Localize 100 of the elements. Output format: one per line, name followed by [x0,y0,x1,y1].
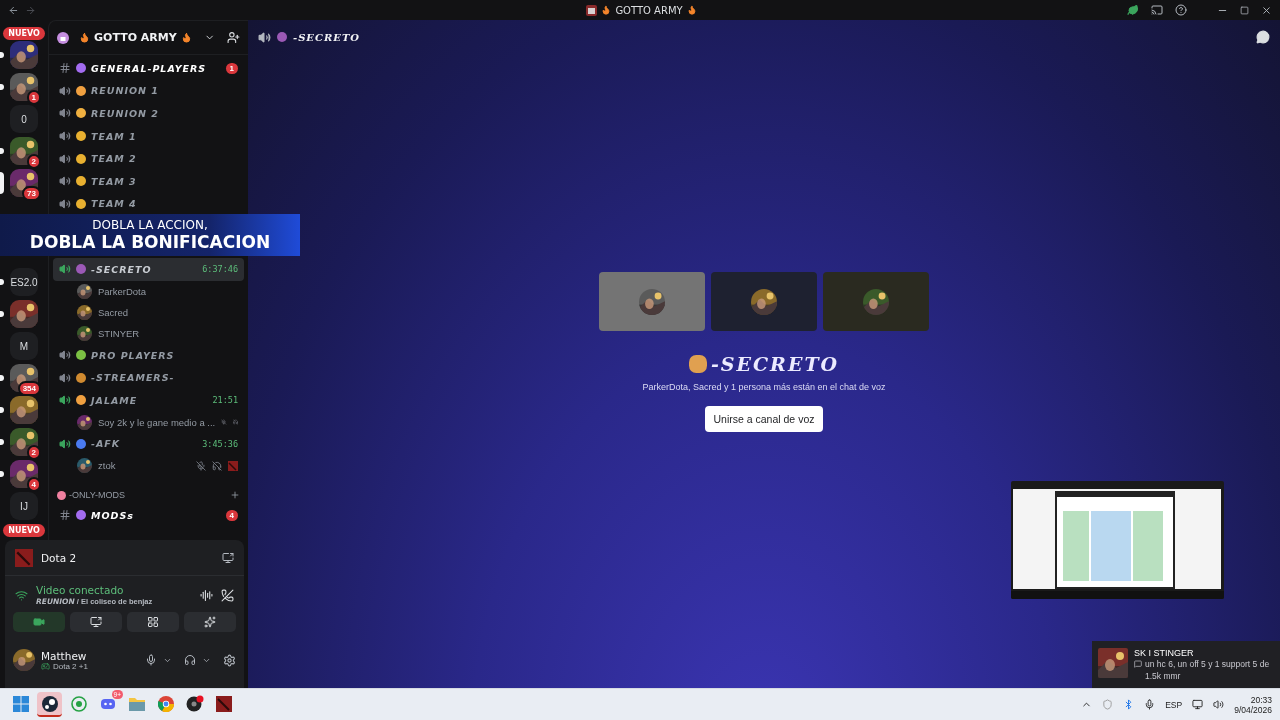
channel-name: MODSs [91,509,135,521]
elapsed-time: 6:37:46 [202,264,238,275]
volume-icon[interactable] [1213,699,1225,710]
channel-row[interactable]: TEAM 2 [53,147,244,170]
mention-badge: 73 [22,186,41,201]
leaf-icon[interactable] [1127,4,1139,16]
chat-bubble-icon [70,695,87,712]
network-icon[interactable] [1192,699,1204,710]
server-icon[interactable]: ES2.0 [10,268,38,296]
chat-icon[interactable] [1256,30,1270,44]
user-name[interactable]: Soy 2k y le gane medio a ... [98,416,216,428]
channel-row[interactable]: -AFK 3:45:36 [53,432,244,456]
add-icon[interactable] [230,490,240,501]
elapsed-time: 3:45:36 [202,438,238,449]
user-name[interactable]: Sacred [98,306,238,318]
close-icon[interactable] [1261,4,1272,16]
camera-icon [33,616,45,628]
channel-name: TEAM 3 [91,175,138,187]
mention-badge: 354 [17,381,41,396]
settings-icon[interactable] [223,653,236,667]
emoji-icon [57,490,66,500]
emoji-icon [76,63,86,74]
server-icon[interactable]: IJ [10,492,38,520]
channel-row[interactable]: JALAME 21:51 [53,388,244,412]
server-icon[interactable]: 2 [10,428,38,456]
server-icon[interactable]: 73 [10,169,38,197]
server-name[interactable]: GOTTO ARMY [94,31,177,44]
server-icon[interactable]: 0 [10,105,38,133]
cast-icon[interactable] [1151,4,1163,16]
server-icon[interactable]: 2 [10,137,38,165]
server-icon [586,4,598,16]
voice-status[interactable]: Video conectado [36,584,192,596]
user-name[interactable]: Matthew [41,649,139,662]
channel-row[interactable]: -SECRETO 6:37:46 [53,258,244,281]
headphones-icon[interactable] [184,654,196,666]
flame-icon [180,32,192,43]
screen-button[interactable] [70,612,122,632]
taskbar-app[interactable] [37,692,62,717]
server-icon[interactable] [10,300,38,328]
server-icon[interactable]: 354 [10,364,38,392]
screen-share-icon[interactable] [222,551,234,564]
mic-icon[interactable] [1144,699,1156,710]
add-user-icon[interactable] [227,31,240,44]
mic-icon[interactable] [145,654,157,666]
soundboard-button[interactable] [184,612,236,632]
channel-row[interactable]: GENERAL-PLAYERS 1 [53,57,244,80]
server-icon[interactable]: 1 [10,73,38,101]
disconnect-icon[interactable] [221,588,234,602]
server-icon[interactable] [10,41,38,69]
window-title: GOTTO ARMY [615,4,683,16]
message-icon [1134,660,1142,668]
user-name[interactable]: ParkerDota [98,285,238,297]
participant-tile[interactable] [599,272,705,331]
participant-tile[interactable] [711,272,817,331]
category-name[interactable]: -ONLY-MODS [69,490,227,501]
speaker-icon [258,30,271,44]
server-icon[interactable]: 4 [10,460,38,488]
channel-name: TEAM 4 [91,198,138,210]
hash-icon [59,509,71,522]
sparkles-icon [204,616,216,628]
activities-button[interactable] [127,612,179,632]
audio-lines-icon[interactable] [200,588,213,602]
mention-badge: 1 [225,62,238,74]
clock-time[interactable]: 20:33 [1250,694,1272,705]
back-icon[interactable] [8,4,19,16]
emoji-icon [76,153,86,164]
emoji-icon [76,176,86,187]
channel-row[interactable]: -STREAMERS- [53,366,244,389]
camera-button[interactable] [13,612,65,632]
participant-tile[interactable] [823,272,929,331]
emoji-icon [76,131,86,142]
maximize-icon[interactable] [1240,5,1249,15]
join-voice-button[interactable]: Unirse a canal de voz [704,406,824,432]
emoji-icon [76,108,86,119]
user-name[interactable]: STINYER [98,327,238,339]
channel-row[interactable]: PRO PLAYERS [53,343,244,367]
emoji-icon [688,355,707,373]
channel-name: JALAME [91,394,139,406]
channel-row[interactable]: REUNION 2 [53,102,244,125]
activity-name: Dota 2 [41,551,78,564]
language-indicator[interactable]: ESP [1165,699,1183,710]
channel-name: REUNION 2 [91,108,160,119]
mention-badge: 4 [225,509,238,521]
channel-row[interactable]: REUNION 1 [53,79,244,103]
channel-name: GENERAL-PLAYERS [91,62,208,74]
notification-toast[interactable]: SK I STINGER un hc 6, un off 5 y 1 support 5 de 1.5k mmr [1092,641,1280,688]
gamepad-icon [41,661,50,671]
help-icon[interactable] [1175,4,1187,16]
channel-row[interactable]: TEAM 1 [53,124,244,148]
banner-headline: DOBLA LA BONIFICACION [29,232,271,252]
server-icon[interactable]: M [10,332,38,360]
channel-row[interactable]: MODSs 4 [53,504,244,527]
server-icon[interactable] [10,396,38,424]
participants-text: ParkerDota, Sacred y 1 persona más están en el chat de voz [642,382,886,392]
channel-row[interactable]: TEAM 4 [53,192,244,216]
clock-date[interactable]: 9/04/2026 [1234,704,1272,715]
channel-row[interactable]: TEAM 3 [53,169,244,193]
user-name[interactable]: ztok [98,460,190,472]
grid-icon [147,616,159,628]
flame-icon [686,5,697,15]
